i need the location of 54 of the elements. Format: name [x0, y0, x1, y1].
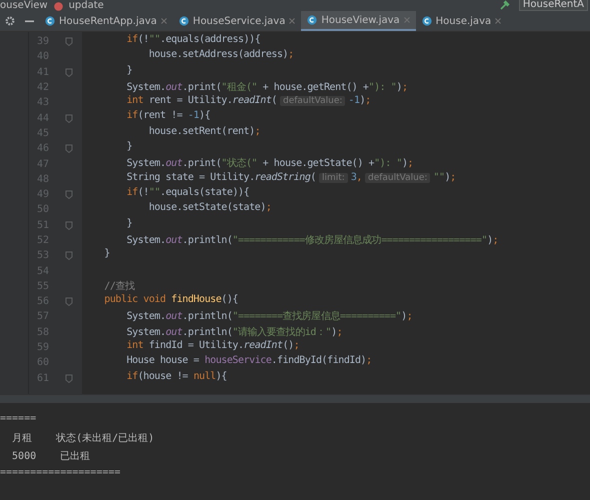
fold-icon[interactable] [65, 220, 73, 230]
class-icon [45, 16, 55, 26]
close-icon[interactable] [404, 17, 410, 23]
breadcrumb-item[interactable]: update [68, 1, 104, 11]
code-line: } [126, 218, 134, 231]
code-line: System.out.print("状态(" + house.getState() +"): "); [126, 156, 414, 172]
fold-icon[interactable] [65, 37, 73, 46]
code-line: house.setRent(rent); [148, 126, 262, 139]
code-line: if(!"".equals(state)){ [126, 186, 250, 200]
close-icon[interactable] [160, 18, 167, 24]
code-line: } [103, 248, 111, 262]
code-line: //查找 [103, 280, 136, 294]
fold-icon[interactable] [65, 190, 73, 200]
minimize-icon[interactable] [25, 20, 34, 22]
code-line: } [126, 64, 134, 78]
file-tab[interactable]: House.java [416, 11, 508, 31]
console-output-line: 月租 状态(未出租/已出租) [11, 432, 156, 446]
code-line: String state = Utility.readString( limit: 3, defaultValue: ""); [126, 172, 457, 185]
code-line: int findId = Utility.readInt(); [126, 340, 300, 353]
code-line: System.out.println("请输入要查找的id："); [126, 326, 344, 340]
code-line: if(house != null){ [126, 370, 228, 384]
fold-icon[interactable] [65, 114, 73, 123]
file-tab[interactable]: HouseView.java [301, 11, 416, 31]
fold-icon[interactable] [65, 144, 73, 154]
fold-icon[interactable] [65, 374, 73, 383]
code-line: House house = houseService.findById(findId); [126, 355, 373, 368]
console-output-line: ==================== [0, 467, 122, 480]
code-line: System.out.println("============修改房屋信息成功=================="); [126, 234, 500, 248]
method-icon [54, 2, 63, 11]
fold-icon[interactable] [65, 297, 73, 306]
breadcrumb-item[interactable]: ouseView [0, 1, 48, 11]
fold-icon[interactable] [65, 68, 73, 77]
code-line: house.setState(state); [148, 202, 272, 216]
class-icon [178, 16, 189, 26]
close-icon[interactable] [495, 18, 502, 24]
file-tab[interactable]: HouseService.java [172, 11, 302, 31]
close-icon[interactable] [289, 18, 296, 24]
class-icon [307, 15, 318, 25]
code-line: int rent = Utility.readInt( defaultValue: -1); [126, 95, 372, 108]
code-line: System.out.println("========查找房屋信息=========="); [126, 310, 414, 324]
settings-icon[interactable] [5, 16, 15, 26]
code-line: if(!"".equals(address)){ [126, 34, 262, 47]
console-output-line: ====== [0, 413, 38, 426]
hammer-icon[interactable] [498, 0, 511, 10]
fold-icon[interactable] [65, 251, 73, 260]
code-line: if(rent != -1){ [126, 110, 212, 124]
file-tab[interactable]: HouseRentApp.java [39, 11, 173, 31]
code-line: house.setAddress(address); [148, 49, 295, 62]
run-configuration[interactable]: HouseRentA [518, 0, 588, 11]
code-line: } [126, 141, 134, 154]
class-icon [422, 16, 432, 26]
code-line: public void findHouse(){ [103, 294, 239, 308]
console-output-line: 5000 已出租 [11, 450, 92, 464]
code-line: System.out.print("租金(" + house.getRent() +"): "); [126, 80, 409, 95]
